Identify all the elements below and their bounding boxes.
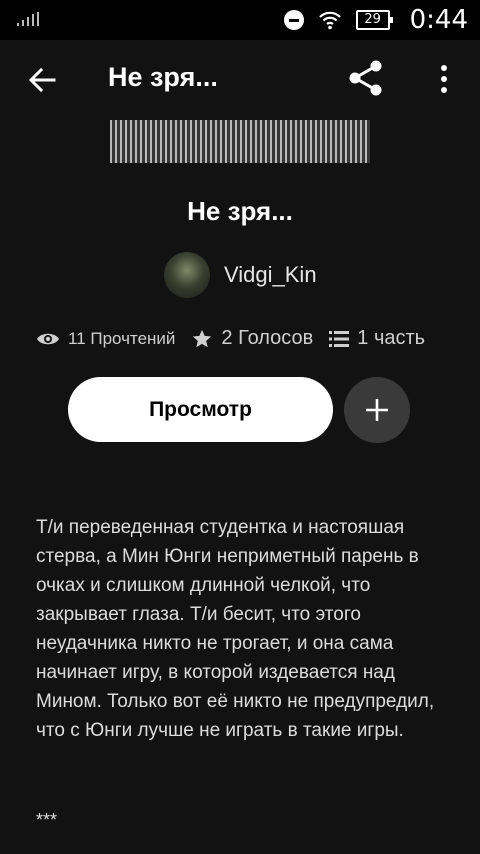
story-stats: 11 Прочтений 2 Голосов 1 часть (36, 327, 441, 350)
share-icon[interactable] (346, 58, 386, 98)
add-to-library-button[interactable] (344, 377, 410, 443)
star-icon (193, 329, 212, 347)
view-button[interactable]: Просмотр (68, 377, 333, 442)
votes-stat: 2 Голосов (191, 327, 313, 350)
parts-count[interactable]: 1 часть (357, 327, 425, 350)
reads-count: 11 Прочтений (68, 328, 176, 348)
story-cover-image[interactable] (110, 120, 370, 163)
list-icon (329, 330, 350, 347)
app-bar-title: Не зря... (108, 62, 218, 92)
wifi-icon (318, 11, 341, 30)
battery-icon: 29 (355, 10, 393, 30)
reads-stat: 11 Прочтений (36, 329, 175, 349)
status-bar: 29 0:44 (0, 0, 480, 40)
eye-icon (37, 333, 59, 344)
app-bar: Не зря... (0, 40, 480, 120)
votes-count: 2 Голосов (221, 327, 314, 349)
author-name[interactable]: Vidgi_Kin (224, 262, 317, 288)
signal-icon (17, 12, 39, 26)
avatar[interactable] (164, 252, 210, 298)
description-separator: *** (36, 810, 58, 830)
status-time: 0:44 (409, 5, 468, 35)
plus-icon (366, 399, 388, 421)
author-link[interactable]: Vidgi_Kin (164, 252, 317, 298)
story-description: Т/и переведенная студентка и настояшая с… (36, 517, 435, 741)
story-details: Не зря... Vidgi_Kin 11 Прочтений 2 Голос… (0, 120, 480, 854)
more-vert-icon[interactable] (430, 62, 458, 96)
dnd-icon (283, 10, 304, 30)
back-arrow-icon[interactable] (26, 64, 58, 96)
parts-stat[interactable]: 1 часть (329, 327, 425, 350)
story-title: Не зря... (187, 196, 293, 226)
